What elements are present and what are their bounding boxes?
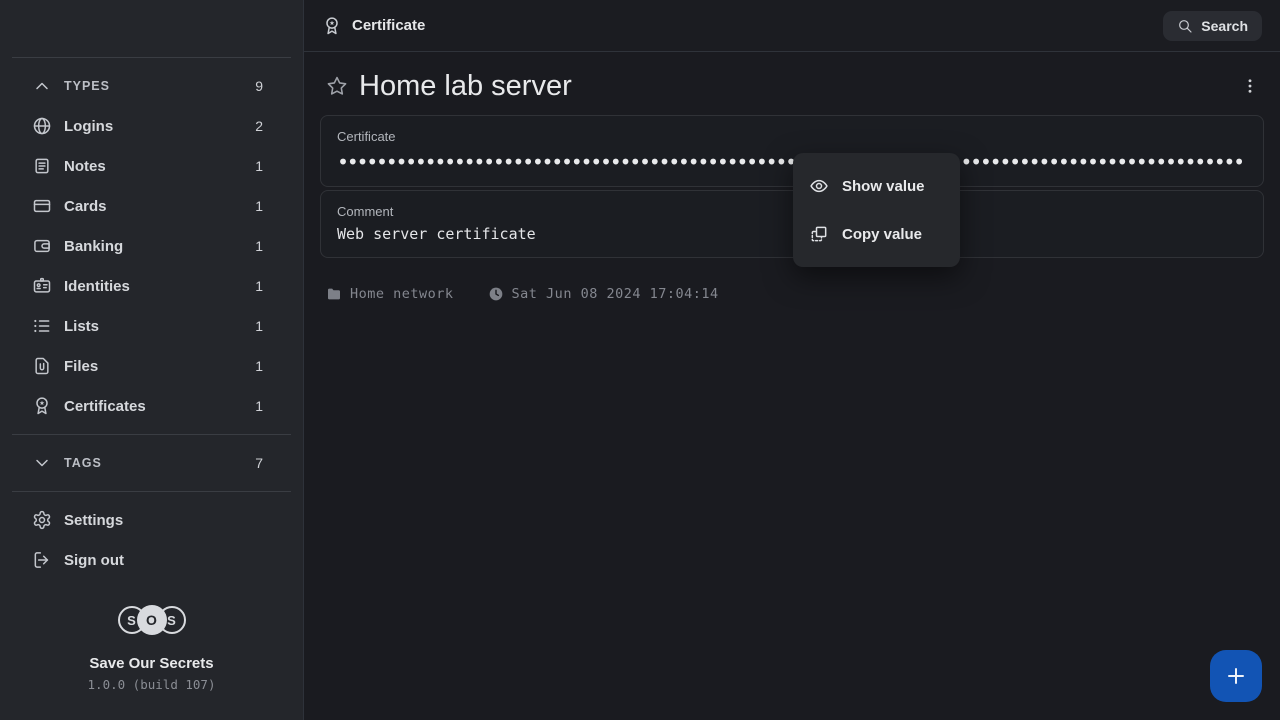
sidebar-item-label: Settings: [64, 512, 263, 529]
context-menu-item-label: Copy value: [842, 226, 922, 243]
award-icon: [322, 16, 342, 36]
main-area: Certificate Search Home lab server Certi…: [304, 0, 1280, 720]
app-branding: S O S Save Our Secrets 1.0.0 (build 107): [0, 603, 303, 720]
topbar-title: Certificate: [352, 17, 425, 34]
logout-icon: [32, 550, 52, 570]
sidebar-item-label: Certificates: [64, 398, 255, 415]
sos-logo: S O S: [0, 603, 303, 637]
sidebar-item-cards[interactable]: Cards 1: [0, 186, 303, 226]
timestamp-text: Sat Jun 08 2024 17:04:14: [512, 286, 719, 302]
gear-icon: [32, 510, 52, 530]
sidebar-tags-group: TAGS 7: [0, 435, 303, 491]
field-label: Comment: [337, 204, 1247, 220]
field-card-comment[interactable]: Comment Web server certificate: [320, 190, 1264, 258]
sidebar-item-count: 1: [255, 278, 263, 294]
entry-title-row: Home lab server: [320, 52, 1264, 102]
sidebar-item-label: Notes: [64, 158, 255, 175]
sidebar-top-spacer: [0, 0, 303, 57]
folder-meta: Home network: [326, 286, 454, 302]
sidebar-types-header[interactable]: TYPES 9: [0, 66, 303, 106]
sidebar-item-count: 1: [255, 318, 263, 334]
sidebar-item-files[interactable]: Files 1: [0, 346, 303, 386]
chevron-up-icon: [32, 76, 52, 96]
masked-field-value[interactable]: ••••••••••••••••••••••••••••••••••••••••…: [337, 151, 1247, 173]
favorite-star-icon[interactable]: [326, 75, 348, 97]
sidebar-item-count: 1: [255, 358, 263, 374]
sidebar-item-settings[interactable]: Settings: [0, 500, 303, 540]
globe-icon: [32, 116, 52, 136]
copy-icon: [809, 224, 829, 244]
topbar: Certificate Search: [304, 0, 1280, 52]
sidebar-item-label: Logins: [64, 118, 255, 135]
sidebar-item-notes[interactable]: Notes 1: [0, 146, 303, 186]
sidebar-types-group: TYPES 9 Logins 2 Notes 1 Cards 1: [0, 58, 303, 434]
award-icon: [32, 396, 52, 416]
sidebar-item-count: 2: [255, 118, 263, 134]
entry-detail: Home lab server Certificate ••••••••••••…: [304, 52, 1280, 720]
credit-card-icon: [32, 196, 52, 216]
sidebar-item-label: Cards: [64, 198, 255, 215]
context-menu: Show value Copy value: [793, 153, 960, 267]
context-menu-show-value[interactable]: Show value: [793, 162, 960, 210]
entry-meta-row: Home network Sat Jun 08 2024 17:04:14: [320, 286, 1264, 302]
list-icon: [32, 316, 52, 336]
field-card-certificate[interactable]: Certificate ••••••••••••••••••••••••••••…: [320, 115, 1264, 187]
sidebar-item-lists[interactable]: Lists 1: [0, 306, 303, 346]
sidebar-item-banking[interactable]: Banking 1: [0, 226, 303, 266]
field-value: Web server certificate: [337, 225, 1247, 244]
sidebar-item-certificates[interactable]: Certificates 1: [0, 386, 303, 426]
sidebar-item-count: 1: [255, 158, 263, 174]
sidebar-footer-group: Settings Sign out: [0, 492, 303, 588]
sidebar-item-label: Lists: [64, 318, 255, 335]
logo-letter-o: O: [137, 605, 167, 635]
file-attachment-icon: [32, 356, 52, 376]
sidebar-item-logins[interactable]: Logins 2: [0, 106, 303, 146]
sidebar-item-count: 1: [255, 198, 263, 214]
wallet-icon: [32, 236, 52, 256]
id-card-icon: [32, 276, 52, 296]
sidebar-tags-header[interactable]: TAGS 7: [0, 443, 303, 483]
plus-icon: [1224, 664, 1248, 688]
sidebar-item-count: 1: [255, 238, 263, 254]
search-icon: [1177, 18, 1193, 34]
context-menu-copy-value[interactable]: Copy value: [793, 210, 960, 258]
sidebar-group-label: TAGS: [64, 456, 255, 470]
note-icon: [32, 156, 52, 176]
folder-icon: [326, 286, 342, 302]
sidebar-item-label: Identities: [64, 278, 255, 295]
chevron-down-icon: [32, 453, 52, 473]
field-label: Certificate: [337, 129, 1247, 145]
folder-name: Home network: [350, 286, 454, 302]
sidebar: TYPES 9 Logins 2 Notes 1 Cards 1: [0, 0, 304, 720]
sidebar-item-count: 1: [255, 398, 263, 414]
entry-title: Home lab server: [359, 70, 572, 103]
sidebar-group-count: 7: [255, 455, 263, 471]
timestamp-meta: Sat Jun 08 2024 17:04:14: [488, 286, 719, 302]
app-name: Save Our Secrets: [0, 655, 303, 672]
search-button-label: Search: [1201, 18, 1248, 34]
sidebar-group-label: TYPES: [64, 79, 255, 93]
context-menu-item-label: Show value: [842, 178, 925, 195]
sidebar-item-label: Banking: [64, 238, 255, 255]
clock-icon: [488, 286, 504, 302]
add-entry-fab[interactable]: [1210, 650, 1262, 702]
eye-icon: [809, 176, 829, 196]
app-version: 1.0.0 (build 107): [0, 677, 303, 692]
sidebar-group-count: 9: [255, 78, 263, 94]
kebab-menu-button[interactable]: [1236, 72, 1264, 100]
sidebar-item-identities[interactable]: Identities 1: [0, 266, 303, 306]
search-button[interactable]: Search: [1163, 11, 1262, 41]
field-cards: Certificate ••••••••••••••••••••••••••••…: [320, 115, 1264, 258]
sidebar-item-label: Files: [64, 358, 255, 375]
sidebar-item-label: Sign out: [64, 552, 263, 569]
sidebar-item-sign-out[interactable]: Sign out: [0, 540, 303, 580]
